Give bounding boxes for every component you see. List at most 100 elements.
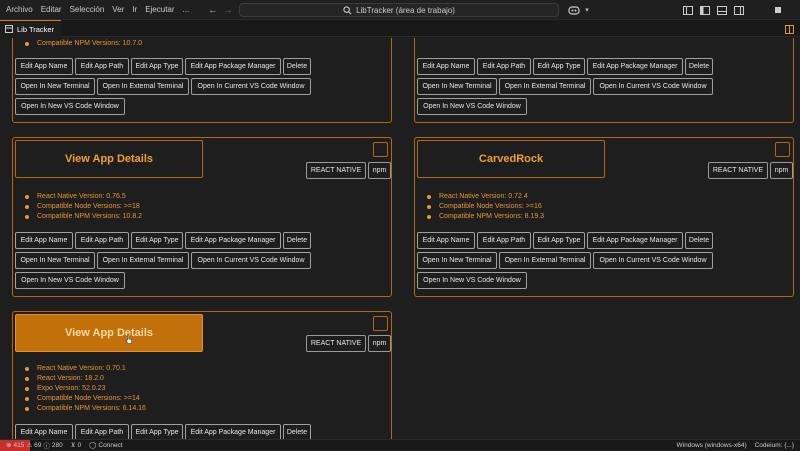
edit-app-type-button[interactable]: Edit App Type <box>533 58 585 75</box>
version-item: React Version: 18.2.0 <box>25 374 146 384</box>
open-new-terminal-button[interactable]: Open In New Terminal <box>15 252 95 269</box>
menu-archivo[interactable]: Archivo <box>2 0 37 20</box>
platform-indicator[interactable]: Windows (windows-x64) <box>673 442 751 449</box>
open-new-terminal-button[interactable]: Open In New Terminal <box>15 78 95 95</box>
open-new-terminal-button[interactable]: Open In New Terminal <box>417 78 497 95</box>
version-item: Compatible NPM Versions: 10.7.0 <box>25 39 142 49</box>
version-item: Expo Version: 52.0.23 <box>25 384 146 394</box>
forward-arrow-icon[interactable]: → <box>222 3 234 17</box>
command-center-search[interactable]: LibTracker (área de trabajo) <box>239 3 559 17</box>
delete-button[interactable]: Delete <box>283 424 311 439</box>
database-icon: ◯ <box>89 442 97 449</box>
edit-app-package-manager-button[interactable]: Edit App Package Manager <box>587 58 683 75</box>
error-icon: ⊗ <box>6 442 12 449</box>
package-manager-tag: npm <box>770 162 793 179</box>
window-title: LibTracker (área de trabajo) <box>356 5 455 15</box>
edit-app-package-manager-button[interactable]: Edit App Package Manager <box>185 232 281 249</box>
edit-app-path-button[interactable]: Edit App Path <box>477 58 531 75</box>
edit-app-path-button[interactable]: Edit App Path <box>75 58 129 75</box>
toggle-panel-icon[interactable] <box>716 3 728 17</box>
open-new-window-button[interactable]: Open In New VS Code Window <box>417 272 527 289</box>
warning-count: 69 <box>34 441 42 449</box>
hand-cursor-icon <box>125 334 133 344</box>
edit-app-package-manager-button[interactable]: Edit App Package Manager <box>185 424 281 439</box>
open-new-window-button[interactable]: Open In New VS Code Window <box>417 98 527 115</box>
delete-button[interactable]: Delete <box>685 232 713 249</box>
edit-app-type-button[interactable]: Edit App Type <box>533 232 585 249</box>
open-current-window-button[interactable]: Open In Current VS Code Window <box>593 252 713 269</box>
version-list: Compatible NPM Versions: 10.7.0 <box>25 39 142 49</box>
open-external-terminal-button[interactable]: Open In External Terminal <box>97 78 189 95</box>
warning-icon: ⚠ <box>26 442 33 449</box>
menu-editar[interactable]: Editar <box>37 0 66 20</box>
antenna-icon: ⊻ <box>70 442 76 449</box>
edit-app-path-button[interactable]: Edit App Path <box>75 232 129 249</box>
select-checkbox[interactable] <box>775 142 790 157</box>
app-card: View App Details REACT NATIVE npm React … <box>12 311 392 439</box>
edit-app-name-button[interactable]: Edit App Name <box>417 232 475 249</box>
app-name-button[interactable]: View App Details <box>15 140 203 178</box>
delete-button[interactable]: Delete <box>283 58 311 75</box>
version-item: React Native Version: 0.70.1 <box>25 364 146 374</box>
platform-label: Windows (windows-x64) <box>676 441 747 449</box>
select-checkbox[interactable] <box>373 142 388 157</box>
menu-ejecutar[interactable]: Ejecutar <box>141 0 178 20</box>
version-item: Compatible NPM Versions: 8.19.3 <box>427 212 544 222</box>
edit-app-name-button[interactable]: Edit App Name <box>15 424 73 439</box>
app-name-button[interactable]: View App Details <box>15 314 203 352</box>
open-current-window-button[interactable]: Open In Current VS Code Window <box>191 78 311 95</box>
version-item: Compatible NPM Versions: 6.14.16 <box>25 404 146 414</box>
open-external-terminal-button[interactable]: Open In External Terminal <box>499 252 591 269</box>
package-manager-tag: npm <box>368 162 391 179</box>
version-list: React Native Version: 0.70.1 React Versi… <box>25 364 146 414</box>
edit-app-type-button[interactable]: Edit App Type <box>131 58 183 75</box>
open-external-terminal-button[interactable]: Open In External Terminal <box>97 252 189 269</box>
menu-seleccion[interactable]: Selección <box>66 0 109 20</box>
editor-tab-bar: Lib Tracker <box>0 20 800 37</box>
edit-app-package-manager-button[interactable]: Edit App Package Manager <box>587 232 683 249</box>
toggle-secondary-sidebar-icon[interactable] <box>733 3 745 17</box>
edit-app-package-manager-button[interactable]: Edit App Package Manager <box>185 58 281 75</box>
codeium-indicator[interactable]: Codeium: {...} <box>751 442 800 449</box>
toggle-sidebar-icon[interactable] <box>699 3 711 17</box>
connect-label: Connect <box>98 441 123 449</box>
open-current-window-button[interactable]: Open In Current VS Code Window <box>593 78 713 95</box>
lib-tracker-webview: Compatible NPM Versions: 10.7.0 Edit App… <box>0 38 800 439</box>
menu-more[interactable]: ... <box>179 0 194 20</box>
back-arrow-icon[interactable]: ← <box>207 3 219 17</box>
problems-indicator[interactable]: ⊗ 415 ⚠ 69 ⓘ 280 <box>2 440 67 451</box>
tab-lib-tracker[interactable]: Lib Tracker <box>0 20 62 37</box>
chevron-down-icon[interactable]: ▾ <box>583 3 591 17</box>
customize-layout-icon[interactable] <box>682 3 694 17</box>
version-list: React Native Version: 0.76.5 Compatible … <box>25 192 142 222</box>
edit-app-name-button[interactable]: Edit App Name <box>417 58 475 75</box>
version-item: React Native Version: 0.72.4 <box>427 192 544 202</box>
edit-app-path-button[interactable]: Edit App Path <box>477 232 531 249</box>
copilot-icon[interactable] <box>566 3 582 17</box>
menu-ir[interactable]: Ir <box>128 0 141 20</box>
search-icon <box>343 5 352 14</box>
version-item: Compatible Node Versions: >=18 <box>25 202 142 212</box>
open-new-window-button[interactable]: Open In New VS Code Window <box>15 98 125 115</box>
edit-app-path-button[interactable]: Edit App Path <box>75 424 129 439</box>
open-current-window-button[interactable]: Open In Current VS Code Window <box>191 252 311 269</box>
restore-window-icon[interactable] <box>772 3 784 17</box>
delete-button[interactable]: Delete <box>283 232 311 249</box>
edit-app-name-button[interactable]: Edit App Name <box>15 58 73 75</box>
delete-button[interactable]: Delete <box>685 58 713 75</box>
split-editor-icon[interactable] <box>783 22 795 36</box>
edit-app-name-button[interactable]: Edit App Name <box>15 232 73 249</box>
menu-bar: Archivo Editar Selección Ver Ir Ejecutar… <box>0 0 193 20</box>
app-name-button[interactable]: CarvedRock <box>417 140 605 178</box>
menu-ver[interactable]: Ver <box>108 0 128 20</box>
app-card: View App Details REACT NATIVE npm React … <box>12 137 392 297</box>
ports-indicator[interactable]: ⊻ 0 <box>67 441 85 450</box>
open-external-terminal-button[interactable]: Open In External Terminal <box>499 78 591 95</box>
edit-app-type-button[interactable]: Edit App Type <box>131 232 183 249</box>
select-checkbox[interactable] <box>373 316 388 331</box>
edit-app-type-button[interactable]: Edit App Type <box>131 424 183 439</box>
open-new-window-button[interactable]: Open In New VS Code Window <box>15 272 125 289</box>
connect-indicator[interactable]: ◯ Connect <box>85 441 127 450</box>
app-type-tag: REACT NATIVE <box>306 335 366 352</box>
open-new-terminal-button[interactable]: Open In New Terminal <box>417 252 497 269</box>
